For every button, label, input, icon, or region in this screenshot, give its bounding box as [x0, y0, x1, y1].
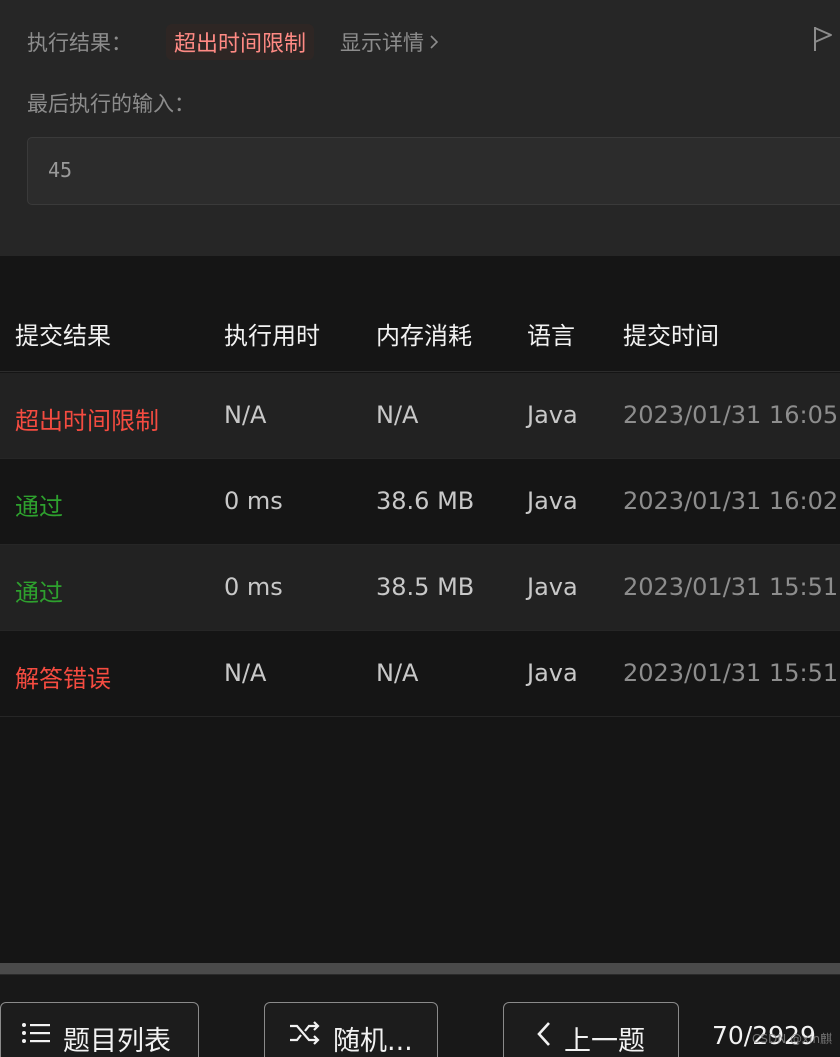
row-runtime: N/A: [224, 401, 267, 429]
chevron-right-icon: [430, 35, 439, 49]
status-badge: 超出时间限制: [166, 24, 315, 60]
problem-list-label: 题目列表: [63, 1026, 171, 1057]
random-problem-label: 随机...: [333, 1026, 413, 1057]
list-icon: [22, 1023, 50, 1043]
row-memory: 38.6 MB: [376, 487, 475, 515]
row-submitted-time: 2023/01/31 16:02: [623, 487, 839, 515]
row-memory: N/A: [376, 659, 419, 687]
row-submitted-time: 2023/01/31 16:05: [623, 401, 839, 429]
chevron-left-icon: [537, 1022, 550, 1046]
row-status[interactable]: 通过: [15, 487, 63, 522]
row-status[interactable]: 通过: [15, 573, 63, 608]
row-runtime: 0 ms: [224, 573, 283, 601]
panel-resize-handle[interactable]: [0, 963, 840, 974]
row-memory: N/A: [376, 401, 419, 429]
row-submitted-time: 2023/01/31 15:51: [623, 659, 839, 687]
previous-problem-label: 上一题: [564, 1026, 645, 1057]
shuffle-icon: [290, 1021, 320, 1045]
result-panel: 执行结果： 超出时间限制 显示详情 最后执行的输入： 45: [0, 0, 840, 256]
row-language: Java: [527, 659, 578, 687]
table-row[interactable]: 通过 0 ms 38.6 MB Java 2023/01/31 16:02: [0, 459, 840, 545]
table-row[interactable]: 通过 0 ms 38.5 MB Java 2023/01/31 15:51: [0, 545, 840, 631]
header-submitted-time: 提交时间: [623, 322, 719, 350]
row-status[interactable]: 超出时间限制: [15, 401, 159, 436]
last-input-value: 45: [48, 158, 73, 182]
result-row: 执行结果： 超出时间限制 显示详情: [27, 24, 439, 60]
row-submitted-time: 2023/01/31 15:51: [623, 573, 839, 601]
flag-icon[interactable]: [812, 26, 834, 52]
row-status[interactable]: 解答错误: [15, 659, 111, 694]
row-language: Java: [527, 573, 578, 601]
random-problem-button[interactable]: 随机...: [264, 1002, 438, 1057]
show-details-label: 显示详情: [340, 31, 425, 55]
header-memory: 内存消耗: [376, 322, 472, 350]
row-runtime: N/A: [224, 659, 267, 687]
row-language: Java: [527, 487, 578, 515]
row-language: Java: [527, 401, 578, 429]
bottom-nav-bar: 题目列表 随机... 上一题 70/2929: [0, 974, 840, 1057]
submission-page: 执行结果： 超出时间限制 显示详情 最后执行的输入： 45 提交结果 执行用时 …: [0, 0, 840, 1057]
row-memory: 38.5 MB: [376, 573, 475, 601]
submissions-table-header: 提交结果 执行用时 内存消耗 语言 提交时间: [0, 290, 840, 372]
watermark: CSDN @xin麒: [752, 1032, 833, 1046]
show-details-link[interactable]: 显示详情: [340, 27, 439, 57]
table-row[interactable]: 解答错误 N/A N/A Java 2023/01/31 15:51: [0, 631, 840, 717]
previous-problem-button[interactable]: 上一题: [503, 1002, 679, 1057]
problem-list-button[interactable]: 题目列表: [0, 1002, 199, 1057]
header-language: 语言: [527, 322, 575, 350]
last-input-label: 最后执行的输入：: [27, 92, 195, 116]
table-row[interactable]: 超出时间限制 N/A N/A Java 2023/01/31 16:05: [0, 373, 840, 459]
header-runtime: 执行用时: [224, 322, 320, 350]
last-input-box: 45: [27, 137, 840, 205]
result-label: 执行结果：: [27, 31, 132, 55]
row-runtime: 0 ms: [224, 487, 283, 515]
header-status: 提交结果: [15, 322, 111, 350]
